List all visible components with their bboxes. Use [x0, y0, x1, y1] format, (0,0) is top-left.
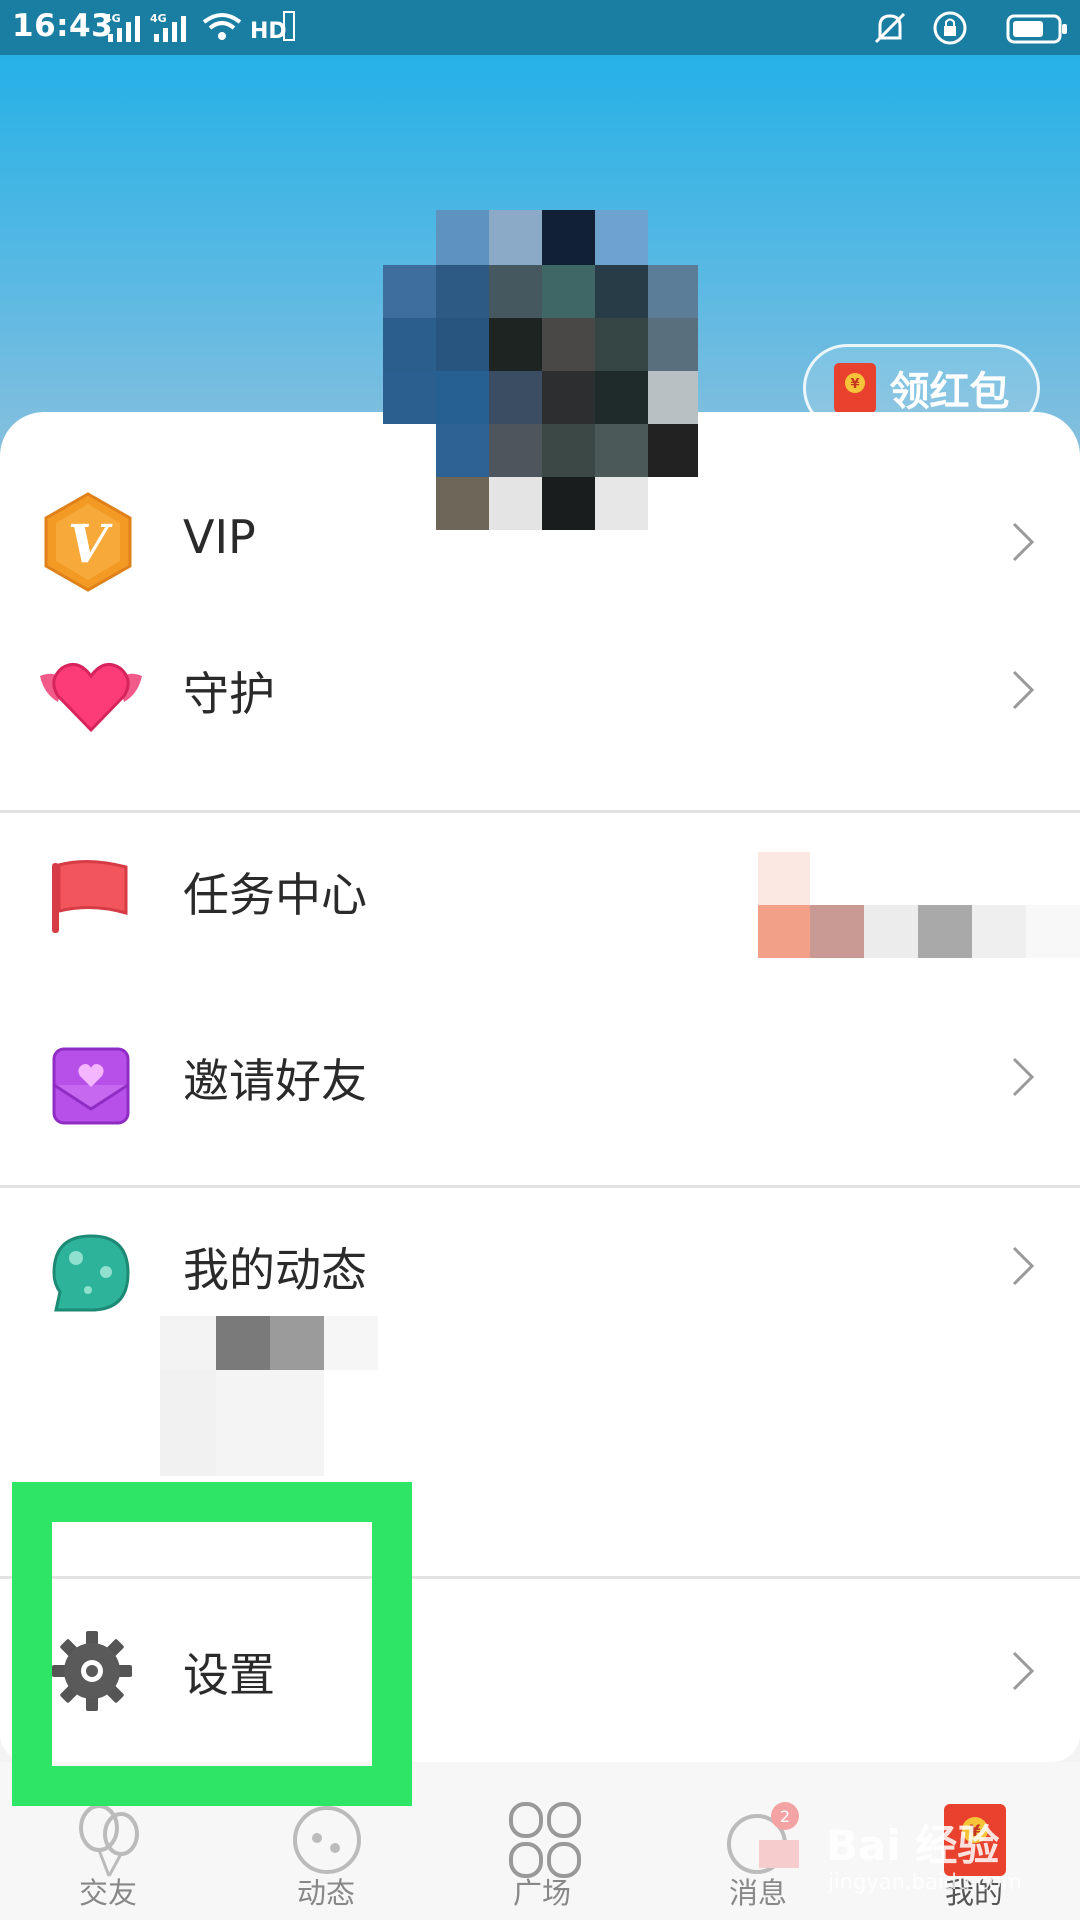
menu-item-invite-friends[interactable]: 邀请好友	[0, 999, 1080, 1185]
vip-badge-icon: V	[44, 492, 132, 592]
battery-icon	[1006, 14, 1067, 44]
tab-square[interactable]: 广场	[482, 1762, 602, 1920]
message-badge: 2	[780, 1807, 790, 1826]
svg-text:¥: ¥	[850, 377, 859, 392]
signal-icon-2: 4G	[150, 12, 186, 42]
tab-messages[interactable]: 2 消息	[698, 1762, 818, 1920]
menu-item-label: 邀请好友	[183, 1054, 367, 1108]
planet-icon	[52, 1234, 130, 1312]
menu-item-label: 任务中心	[183, 868, 367, 922]
bell-muted-icon	[874, 12, 906, 44]
face-icon	[293, 1806, 361, 1874]
redpacket-icon: ¥	[833, 363, 876, 413]
chevron-right-icon	[1012, 522, 1035, 562]
tab-label: 动态	[296, 1876, 355, 1910]
envelope-heart-icon	[52, 1047, 130, 1125]
hd-label: HD	[250, 19, 287, 42]
menu-item-guard[interactable]: 守护	[0, 612, 1080, 812]
avatar-pixelated-image	[383, 210, 698, 530]
network-2-label: 4G	[150, 12, 167, 25]
winged-heart-icon	[40, 662, 142, 733]
menu-item-label: VIP	[183, 510, 256, 564]
chevron-right-icon	[1012, 1651, 1035, 1691]
highlight-annotation	[12, 1482, 412, 1806]
network-1-label: 4G	[104, 12, 121, 25]
hd-icon: HD	[250, 11, 295, 42]
watermark: Bai 经验	[826, 1821, 1000, 1870]
status-time: 16:43	[12, 8, 114, 44]
watermark-url: jingyan.baidu.com	[828, 1870, 1022, 1894]
tab-label: 消息	[728, 1876, 787, 1910]
wifi-icon	[202, 13, 242, 40]
chevron-right-icon	[1012, 1057, 1035, 1097]
menu-item-label: 守护	[183, 667, 275, 721]
claim-redpacket-label: 领红包	[889, 369, 1010, 415]
avatar[interactable]	[380, 210, 700, 530]
rotation-lock-icon	[933, 11, 967, 45]
grid-icon	[509, 1802, 581, 1878]
tab-label: 交友	[78, 1876, 137, 1910]
menu-item-label: 我的动态	[183, 1243, 367, 1297]
balloons-icon	[79, 1804, 139, 1877]
pixelated-mask	[160, 1316, 378, 1476]
tab-label: 广场	[512, 1876, 571, 1910]
pixelated-mask	[758, 852, 1080, 958]
chat-icon: 2	[727, 1802, 799, 1874]
svg-text:V: V	[68, 514, 113, 575]
signal-icon: 4G	[104, 12, 140, 42]
chevron-right-icon	[1012, 1246, 1035, 1286]
status-bar: 16:43 4G 4G HD	[0, 0, 1080, 55]
chevron-right-icon	[1012, 670, 1035, 710]
flag-icon	[52, 859, 128, 933]
